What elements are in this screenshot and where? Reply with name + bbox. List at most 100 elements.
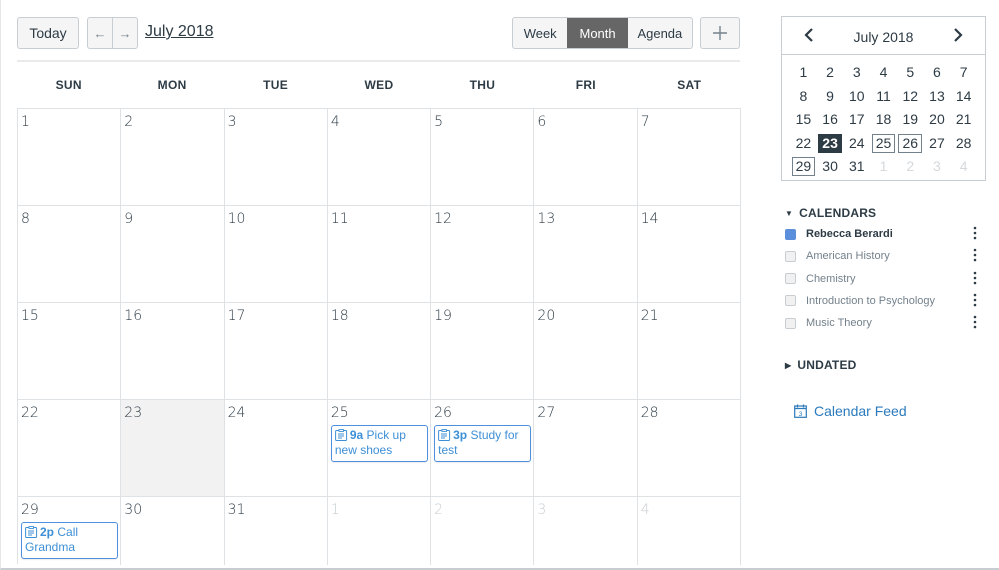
more-options-icon[interactable] (970, 315, 980, 331)
day-number[interactable]: 10 (228, 211, 246, 227)
day-cell[interactable]: 9 (121, 206, 225, 303)
day-cell[interactable]: 2 (431, 497, 535, 565)
day-number[interactable]: 8 (21, 211, 30, 227)
day-cell[interactable]: 21 (637, 303, 741, 400)
calendar-feed-link[interactable]: 3 Calendar Feed (794, 403, 907, 419)
mini-next-month-icon[interactable] (953, 26, 963, 47)
previous-month-button[interactable]: ← (88, 18, 112, 48)
day-cell[interactable]: 19 (431, 303, 535, 400)
day-cell[interactable]: 22 (18, 400, 122, 497)
day-cell[interactable]: 6 (534, 109, 638, 206)
month-title-link[interactable]: July 2018 (145, 23, 214, 41)
day-cell[interactable]: 10 (224, 206, 328, 303)
day-number[interactable]: 31 (228, 502, 246, 518)
mini-day[interactable]: 13 (924, 85, 951, 109)
day-cell[interactable]: 26 3p Study for test (431, 400, 535, 497)
mini-day[interactable]: 16 (817, 108, 844, 132)
day-number[interactable]: 22 (21, 405, 39, 421)
tab-week[interactable]: Week (513, 18, 567, 48)
day-cell[interactable]: 3 (534, 497, 638, 565)
day-number[interactable]: 27 (537, 405, 555, 421)
day-number[interactable]: 3 (228, 114, 237, 130)
more-options-icon[interactable] (970, 226, 980, 242)
day-number[interactable]: 3 (537, 502, 546, 518)
mini-day[interactable]: 15 (790, 108, 817, 132)
mini-day[interactable]: 17 (843, 108, 870, 132)
day-number[interactable]: 16 (124, 308, 142, 324)
more-options-icon[interactable] (970, 271, 980, 287)
day-cell[interactable]: 1 (18, 109, 122, 206)
mini-day[interactable]: 1 (870, 155, 897, 179)
day-cell[interactable]: 31 (225, 497, 328, 565)
day-number[interactable]: 19 (434, 308, 452, 324)
mini-day[interactable]: 7 (950, 61, 977, 85)
day-cell[interactable]: 29 2p Call Grandma (18, 497, 122, 565)
calendar-checkbox[interactable] (785, 228, 796, 240)
day-cell[interactable]: 20 (534, 303, 638, 400)
mini-day[interactable]: 28 (950, 132, 977, 156)
calendar-list-item[interactable]: American History (785, 245, 980, 267)
day-cell[interactable]: 30 (121, 497, 225, 565)
more-options-icon[interactable] (970, 293, 980, 309)
mini-day[interactable]: 8 (790, 85, 817, 109)
day-cell[interactable]: 4 (327, 109, 432, 206)
day-number[interactable]: 26 (434, 405, 452, 421)
mini-day[interactable]: 21 (950, 108, 977, 132)
mini-day[interactable]: 9 (817, 85, 844, 109)
calendar-checkbox[interactable] (785, 273, 796, 285)
mini-day[interactable]: 14 (950, 85, 977, 109)
day-cell[interactable]: 18 (327, 303, 432, 400)
day-number[interactable]: 24 (228, 405, 246, 421)
day-number[interactable]: 17 (228, 308, 246, 324)
mini-day[interactable]: 22 (790, 132, 817, 156)
mini-day[interactable]: 6 (924, 61, 951, 85)
tab-agenda[interactable]: Agenda (628, 18, 692, 48)
mini-day[interactable]: 25 (870, 132, 897, 156)
calendar-list-item[interactable]: Rebecca Berardi (785, 223, 980, 245)
day-cell-today[interactable]: 23 (121, 400, 225, 497)
mini-day[interactable]: 3 (924, 155, 951, 179)
day-number[interactable]: 20 (537, 308, 555, 324)
day-number[interactable]: 21 (641, 308, 659, 324)
day-cell[interactable]: 24 (224, 400, 328, 497)
day-number[interactable]: 29 (21, 502, 39, 518)
day-number[interactable]: 28 (641, 405, 659, 421)
day-number[interactable]: 25 (331, 405, 349, 421)
mini-day[interactable]: 4 (950, 155, 977, 179)
calendar-list-item[interactable]: Music Theory (785, 312, 980, 334)
day-number[interactable]: 5 (434, 114, 443, 130)
day-cell[interactable]: 7 (637, 109, 741, 206)
mini-day[interactable]: 10 (843, 85, 870, 109)
day-number[interactable]: 7 (641, 114, 650, 130)
mini-day[interactable]: 11 (870, 85, 897, 109)
day-number[interactable]: 1 (21, 114, 30, 130)
day-cell[interactable]: 27 (534, 400, 638, 497)
calendar-checkbox[interactable] (785, 295, 796, 307)
mini-day-today[interactable]: 23 (817, 132, 844, 156)
day-number[interactable]: 13 (537, 211, 555, 227)
day-number[interactable]: 30 (124, 502, 142, 518)
day-number[interactable]: 11 (331, 211, 349, 227)
calendars-section-toggle[interactable]: ▼ CALENDARS (785, 206, 876, 220)
day-number[interactable]: 2 (434, 502, 443, 518)
more-options-icon[interactable] (970, 248, 980, 264)
mini-day[interactable]: 20 (924, 108, 951, 132)
mini-day[interactable]: 12 (897, 85, 924, 109)
day-cell[interactable]: 4 (638, 497, 741, 565)
calendar-event[interactable]: 9a Pick up new shoes (330, 425, 428, 462)
undated-section-toggle[interactable]: ▶ UNDATED (785, 358, 857, 372)
mini-day[interactable]: 2 (817, 61, 844, 85)
calendar-event[interactable]: 3p Study for test (434, 425, 532, 462)
day-cell[interactable]: 16 (121, 303, 225, 400)
mini-day[interactable]: 30 (817, 155, 844, 179)
calendar-checkbox[interactable] (785, 317, 796, 329)
mini-day[interactable]: 24 (843, 132, 870, 156)
calendar-checkbox[interactable] (785, 250, 796, 262)
day-cell[interactable]: 28 (637, 400, 741, 497)
day-cell[interactable]: 12 (431, 206, 535, 303)
day-number[interactable]: 9 (124, 211, 133, 227)
mini-day[interactable]: 31 (843, 155, 870, 179)
day-cell[interactable]: 2 (121, 109, 225, 206)
tab-month[interactable]: Month (567, 18, 628, 48)
mini-day[interactable]: 4 (870, 61, 897, 85)
